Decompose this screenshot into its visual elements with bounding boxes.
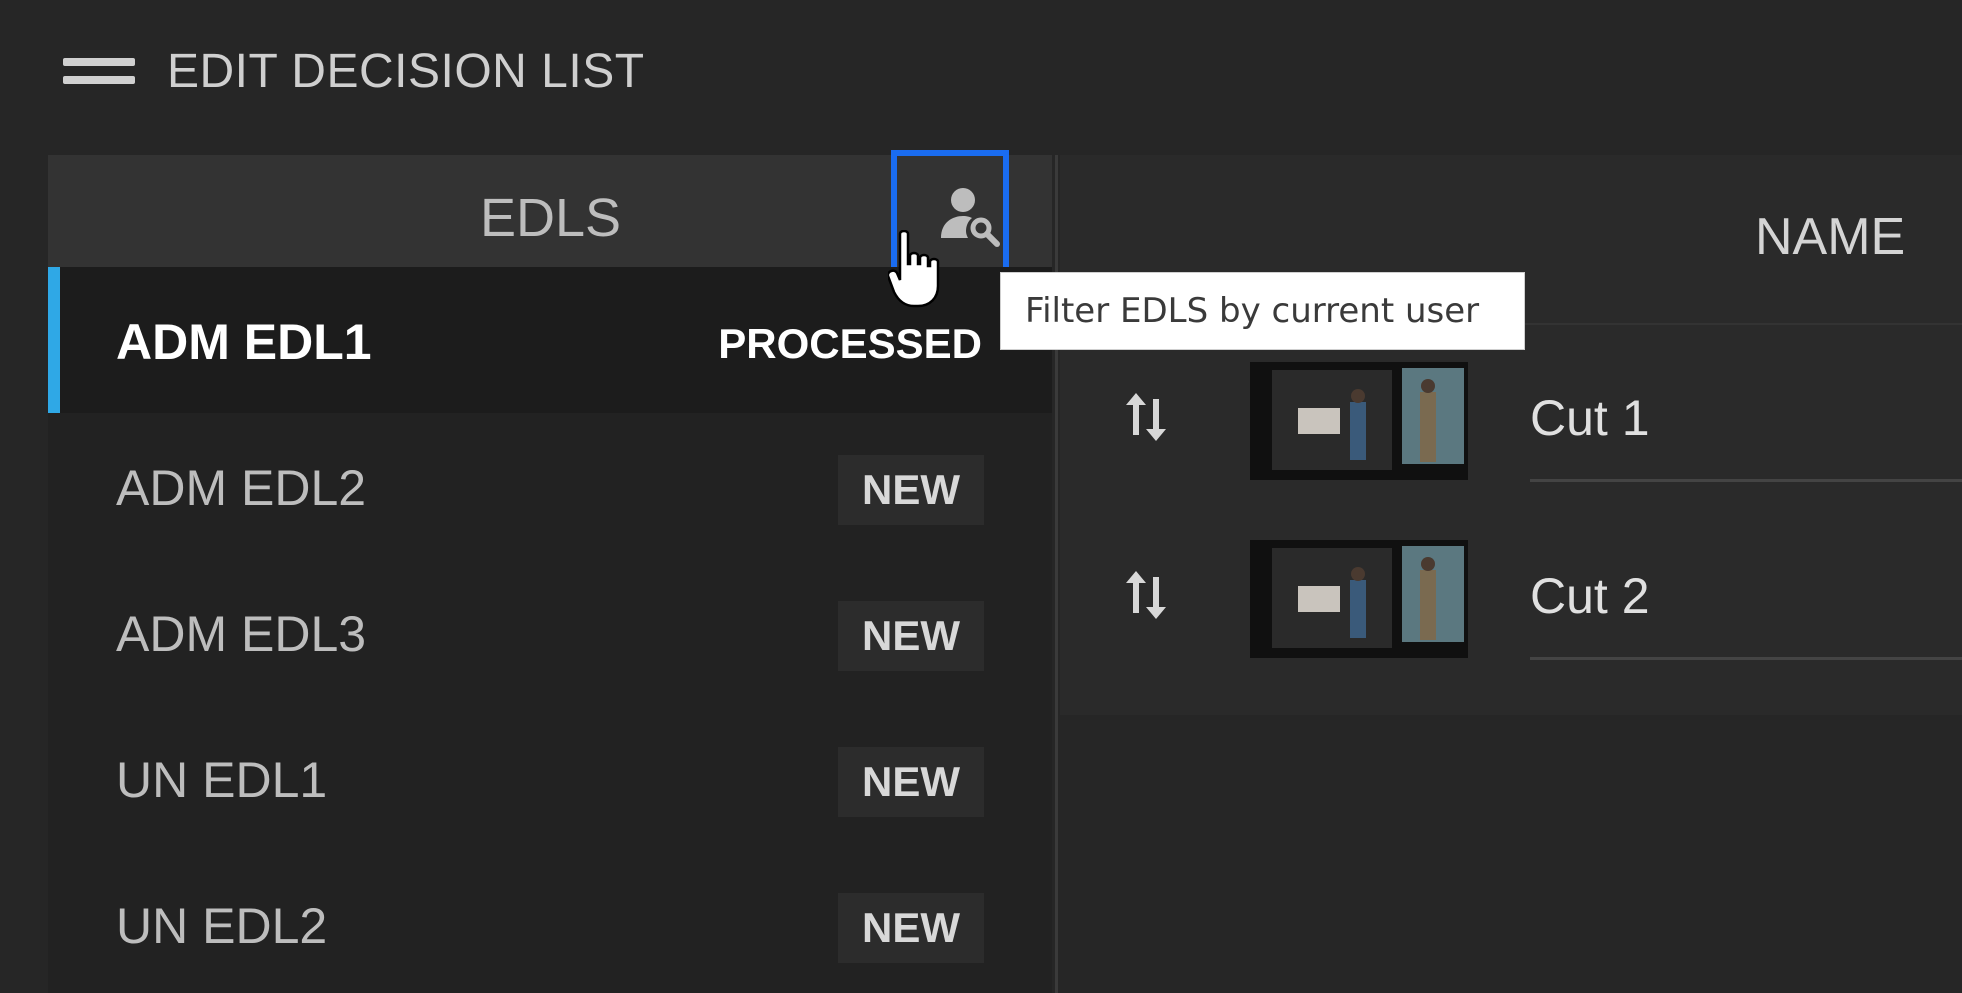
- edl-panel-title: EDLS: [480, 188, 622, 248]
- edl-list-item[interactable]: ADM EDL2 NEW: [48, 413, 1052, 559]
- cut-name-underline: [1530, 479, 1962, 482]
- cut-thumbnail: [1250, 362, 1468, 480]
- hamburger-menu-icon[interactable]: [63, 58, 135, 88]
- cut-row[interactable]: Cut 1: [1060, 347, 1962, 507]
- swap-vertical-icon[interactable]: [1122, 567, 1170, 623]
- edl-list: ADM EDL1 PROCESSED ADM EDL2 NEW ADM EDL3…: [48, 267, 1052, 993]
- edl-name: ADM EDL2: [116, 460, 367, 516]
- filter-tooltip: Filter EDLS by current user: [1000, 272, 1525, 350]
- cut-thumbnail: [1250, 540, 1468, 658]
- selection-indicator: [48, 267, 60, 413]
- app-header: EDIT DECISION LIST: [0, 0, 1962, 150]
- app-title: EDIT DECISION LIST: [167, 45, 645, 98]
- name-column-header[interactable]: NAME: [1755, 207, 1905, 267]
- cuts-panel: NAME Cut 1 Cut 2: [1060, 155, 1962, 715]
- cut-row[interactable]: Cut 2: [1060, 525, 1962, 685]
- edl-list-item[interactable]: UN EDL2 NEW: [48, 851, 1052, 993]
- edl-status-badge: NEW: [838, 601, 984, 671]
- hand-pointer-cursor: [888, 230, 940, 308]
- edl-status-badge: NEW: [838, 455, 984, 525]
- edl-status-badge: NEW: [838, 747, 984, 817]
- edl-status-badge: NEW: [838, 893, 984, 963]
- edl-status-badge: PROCESSED: [718, 320, 982, 367]
- edl-name: UN EDL1: [116, 752, 328, 808]
- edl-list-item[interactable]: ADM EDL3 NEW: [48, 559, 1052, 705]
- swap-vertical-icon[interactable]: [1122, 389, 1170, 445]
- edl-name: UN EDL2: [116, 898, 328, 954]
- edl-list-item[interactable]: UN EDL1 NEW: [48, 705, 1052, 851]
- edl-name: ADM EDL1: [116, 314, 372, 370]
- edl-name: ADM EDL3: [116, 606, 367, 662]
- cut-name: Cut 1: [1530, 390, 1650, 446]
- cut-name: Cut 2: [1530, 568, 1650, 624]
- cut-name-underline: [1530, 657, 1962, 660]
